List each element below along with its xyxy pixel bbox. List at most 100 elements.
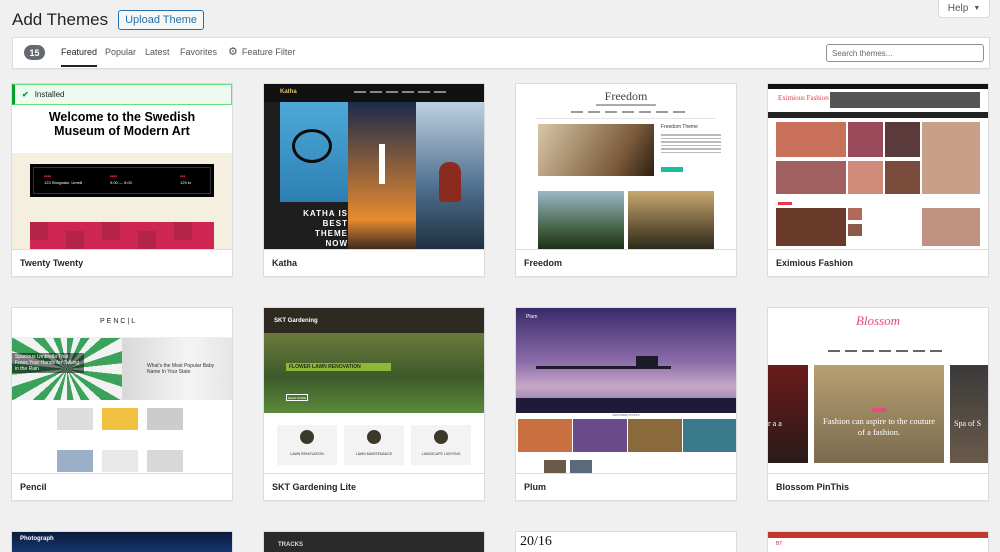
- preview-photo-road: [628, 191, 714, 249]
- filter-bar: 15 Featured Popular Latest Favorites ⚙ F…: [12, 37, 990, 69]
- preview-service-card: LANDSCAPE LIGHTING: [411, 425, 471, 465]
- help-tab[interactable]: Help ▼: [938, 0, 990, 18]
- preview-logo: Freedom: [604, 89, 648, 103]
- theme-card-freedom[interactable]: Freedom Freedom Theme Freedom: [515, 83, 737, 277]
- theme-screenshot: Freedom Freedom Theme: [516, 84, 736, 249]
- preview-photo: [885, 122, 920, 157]
- theme-name: Plum: [516, 473, 736, 500]
- theme-card-partial[interactable]: BT: [767, 531, 989, 552]
- preview-photo: [922, 208, 980, 246]
- preview-photo: [848, 122, 883, 157]
- tab-favorites[interactable]: Favorites: [180, 47, 217, 57]
- preview-info-label: ■■■■: [110, 174, 118, 178]
- preview-heading: KATHA IS BEST THEME NOW: [303, 209, 348, 248]
- preview-logo: TRACKS: [278, 542, 303, 548]
- upload-theme-button[interactable]: Upload Theme: [118, 10, 205, 30]
- preview-topbar: [768, 532, 988, 538]
- preview-photo-trees: [538, 191, 624, 249]
- preview-caption-left: Spacious Umbrella That Frees Your Hands …: [12, 353, 84, 373]
- search-themes-input[interactable]: [826, 44, 984, 62]
- preview-logo: 20/16: [520, 534, 552, 549]
- preview-photo: [573, 419, 627, 452]
- preview-hut-shape: [636, 356, 658, 368]
- tab-latest[interactable]: Latest: [145, 47, 170, 57]
- feature-filter-label: Feature Filter: [241, 47, 296, 57]
- tab-featured[interactable]: Featured: [61, 47, 98, 67]
- preview-heading: Welcome to the Swedish Museum of Modern …: [48, 110, 196, 138]
- preview-photo: [544, 460, 566, 473]
- theme-screenshot: SKT Gardening FLOWER LAWN RENOVATION REA…: [264, 308, 484, 473]
- preview-menu: [516, 398, 736, 413]
- preview-service-card: LAWN RENOVATION: [277, 425, 337, 465]
- preview-card: [57, 408, 93, 430]
- preview-button: [661, 167, 683, 172]
- theme-card-partial[interactable]: Photograph: [11, 531, 233, 552]
- caret-down-icon: ▼: [973, 5, 981, 12]
- preview-photo: [848, 208, 862, 220]
- page-header: Add Themes Upload Theme: [12, 10, 205, 30]
- preview-photo-center: [814, 365, 944, 463]
- preview-logo: Blossom: [855, 313, 901, 328]
- theme-card-skt-gardening-lite[interactable]: SKT Gardening FLOWER LAWN RENOVATION REA…: [263, 307, 485, 501]
- theme-name: Pencil: [12, 473, 232, 500]
- preview-menu: [354, 91, 446, 93]
- preview-photo-right: [950, 365, 988, 463]
- preview-card: [102, 408, 138, 430]
- preview-card: [147, 408, 183, 430]
- theme-card-partial[interactable]: TRACKS: [263, 531, 485, 552]
- installed-notice: ✔ Installed: [12, 84, 232, 105]
- preview-caption: Fashion can aspire to the couture of a f…: [822, 416, 936, 437]
- theme-card-twenty-twenty[interactable]: ✔ Installed Welcome to the Swedish Museu…: [11, 83, 233, 277]
- theme-screenshot: Katha KATHA IS BEST THEME NOW: [264, 84, 484, 249]
- preview-photo: [570, 460, 592, 473]
- preview-info-label: ■■■■: [44, 174, 52, 178]
- preview-pink-tile: [30, 222, 48, 240]
- theme-screenshot: PENC|L Spacious Umbrella That Frees Your…: [12, 308, 232, 473]
- preview-read-more: READ MORE: [286, 394, 308, 401]
- preview-featured-label: FEATURED POSTS: [612, 413, 640, 417]
- theme-card-eximious-fashion[interactable]: Eximious Fashion Eximious Fashion: [767, 83, 989, 277]
- preview-card: [57, 450, 93, 472]
- theme-card-katha[interactable]: Katha KATHA IS BEST THEME NOW Katha: [263, 83, 485, 277]
- preview-photo-left: [768, 365, 808, 463]
- help-label: Help: [947, 3, 969, 14]
- tab-popular[interactable]: Popular: [105, 47, 136, 57]
- preview-service-card: LAWN MAINTENANCE: [344, 425, 404, 465]
- preview-ad-banner: [830, 92, 980, 108]
- preview-logo: Plum: [526, 314, 538, 320]
- page-title: Add Themes: [12, 10, 109, 29]
- preview-pink-block: [30, 222, 214, 249]
- preview-logo: Katha: [280, 89, 297, 95]
- preview-logo: BT: [776, 541, 783, 547]
- preview-logo: PENC|L: [100, 318, 138, 325]
- theme-name: Blossom PinThis: [768, 473, 988, 500]
- theme-name: Eximious Fashion: [768, 249, 988, 276]
- preview-hero-photo: [538, 124, 654, 176]
- gear-icon: ⚙: [228, 45, 238, 58]
- feature-filter-button[interactable]: ⚙ Feature Filter: [228, 45, 296, 58]
- preview-service-title: LAWN RENOVATION: [290, 452, 324, 456]
- theme-card-partial[interactable]: 20/16: [515, 531, 737, 552]
- preview-banner: FLOWER LAWN RENOVATION: [286, 363, 391, 371]
- theme-card-plum[interactable]: Plum FEATURED POSTS Plum: [515, 307, 737, 501]
- preview-menu: [571, 111, 685, 113]
- theme-screenshot: Blossom Fashion can aspire to the coutur…: [768, 308, 988, 473]
- preview-category-tag: [872, 408, 886, 412]
- preview-photo: [518, 419, 572, 452]
- preview-price: 129 kr: [180, 180, 192, 185]
- preview-photo: [683, 419, 736, 452]
- theme-name: Twenty Twenty: [12, 249, 232, 276]
- preview-lighthouse-shape: [379, 144, 385, 184]
- theme-card-pencil[interactable]: PENC|L Spacious Umbrella That Frees Your…: [11, 307, 233, 501]
- theme-card-blossom-pinthis[interactable]: Blossom Fashion can aspire to the coutur…: [767, 307, 989, 501]
- drop-icon: [367, 430, 381, 444]
- preview-topbar: [264, 84, 484, 102]
- preview-service-title: LANDSCAPE LIGHTING: [421, 452, 461, 456]
- preview-caption-right: Spa of S: [954, 419, 982, 428]
- theme-screenshot: Plum FEATURED POSTS: [516, 308, 736, 473]
- preview-logo: SKT Gardening: [274, 318, 318, 324]
- preview-hours: 9:00 — 5:00: [110, 180, 132, 185]
- theme-name: Freedom: [516, 249, 736, 276]
- preview-bike-shape: [292, 129, 332, 163]
- preview-topbar: [768, 84, 988, 89]
